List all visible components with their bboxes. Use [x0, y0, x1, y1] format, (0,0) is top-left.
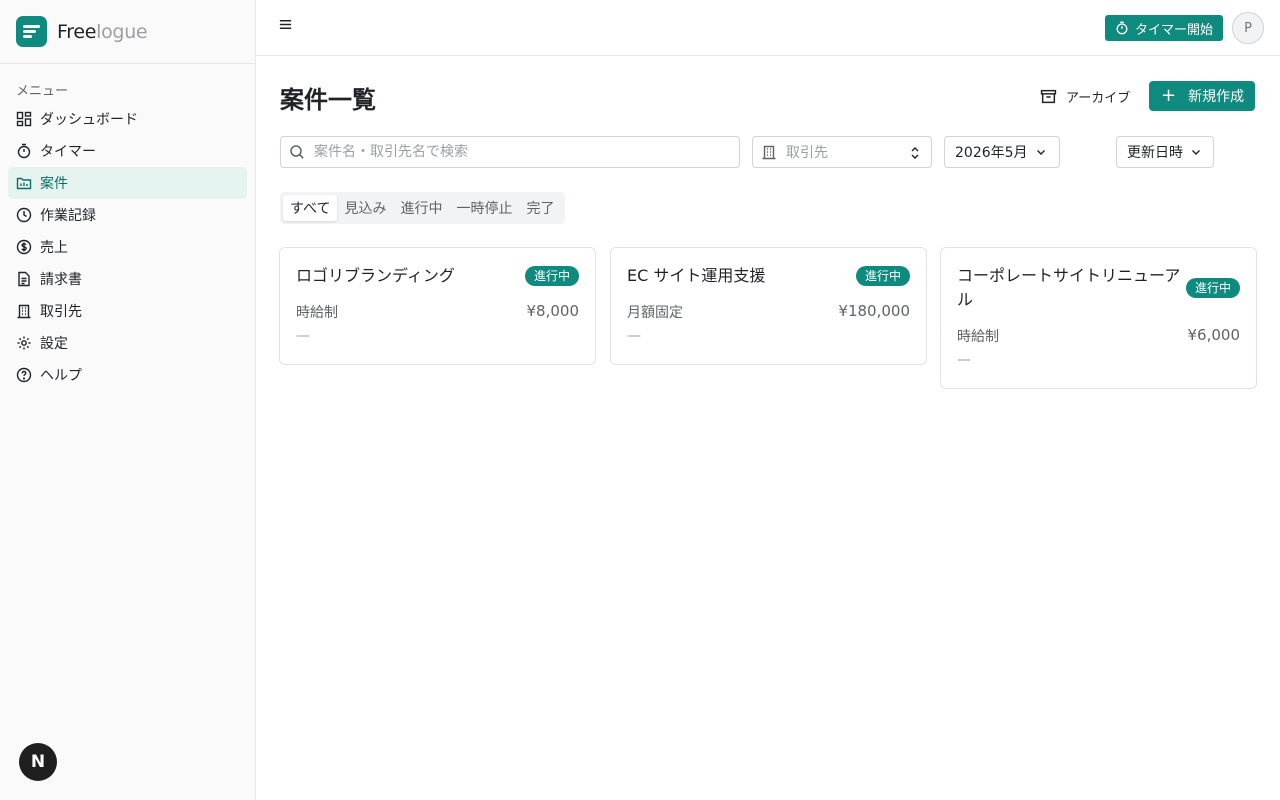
tab-in-progress[interactable]: 進行中 — [393, 195, 449, 221]
archive-button[interactable]: アーカイブ — [1040, 84, 1130, 108]
rate-amount: ¥6,000 — [1187, 326, 1241, 344]
plus-icon: + — [1161, 85, 1177, 106]
month-filter-value: 2026年5月 — [955, 145, 1028, 161]
clock-icon — [16, 207, 32, 223]
timer-icon — [16, 143, 32, 159]
help-circle-icon — [16, 367, 32, 383]
tab-paused[interactable]: 一時停止 — [449, 195, 519, 221]
avatar[interactable]: P — [1232, 12, 1264, 44]
timer-start-label: タイマー開始 — [1135, 22, 1214, 38]
tab-completed[interactable]: 完了 — [519, 195, 561, 221]
rate-type: 月額固定 — [627, 305, 683, 321]
page-title: 案件一覧 — [280, 86, 376, 114]
hamburger-icon[interactable] — [278, 17, 294, 39]
project-card[interactable]: コーポレートサイトリニューアル 進行中 時給制 ¥6,000 — — [940, 247, 1257, 389]
project-card[interactable]: EC サイト運用支援 進行中 月額固定 ¥180,000 — — [610, 247, 927, 365]
status-badge: 進行中 — [524, 266, 579, 286]
search-field — [280, 136, 740, 168]
project-note: — — [296, 328, 310, 344]
building-icon — [16, 303, 32, 319]
client-filter-placeholder: 取引先 — [786, 145, 828, 161]
sidebar-nav: ダッシュボード タイマー 案件 作業記録 売上 請求書 取引先 設定 ヘルプ — [8, 103, 247, 391]
document-icon — [16, 271, 32, 287]
sidebar-item-label: 売上 — [40, 240, 68, 256]
project-note: — — [957, 352, 971, 368]
project-title: EC サイト運用支援 — [627, 266, 766, 285]
sort-select[interactable]: 更新日時 — [1116, 136, 1214, 168]
sidebar-item-label: ヘルプ — [40, 368, 82, 384]
brand-name-part1: Free — [57, 20, 97, 43]
brand[interactable]: Freelogue — [0, 0, 255, 64]
sidebar: Freelogue メニュー ダッシュボード タイマー 案件 作業記録 売上 請… — [0, 0, 256, 800]
sidebar-item-label: タイマー — [40, 144, 96, 160]
gear-icon — [16, 335, 32, 351]
sidebar-item-sales[interactable]: 売上 — [8, 231, 247, 263]
timer-icon — [1116, 21, 1128, 35]
sidebar-item-dashboard[interactable]: ダッシュボード — [8, 103, 247, 135]
brand-name: Freelogue — [57, 20, 148, 43]
sidebar-item-clients[interactable]: 取引先 — [8, 295, 247, 327]
sort-value: 更新日時 — [1127, 145, 1183, 161]
new-project-label: 新規作成 — [1188, 89, 1245, 105]
sidebar-item-projects[interactable]: 案件 — [8, 167, 247, 199]
project-title: ロゴリブランディング — [296, 266, 455, 285]
project-note: — — [627, 328, 641, 344]
rate-type: 時給制 — [296, 305, 338, 321]
rate-amount: ¥8,000 — [526, 302, 580, 320]
project-title: コーポレートサイトリニューアル — [957, 266, 1181, 309]
dev-tools-badge[interactable]: N — [19, 743, 57, 781]
sidebar-item-invoices[interactable]: 請求書 — [8, 263, 247, 295]
sidebar-item-settings[interactable]: 設定 — [8, 327, 247, 359]
dashboard-icon — [16, 111, 32, 127]
archive-icon — [1040, 89, 1057, 103]
sidebar-item-work-log[interactable]: 作業記録 — [8, 199, 247, 231]
sidebar-item-label: 設定 — [40, 336, 68, 352]
chevron-up-down-icon — [911, 147, 919, 159]
sidebar-item-timer[interactable]: タイマー — [8, 135, 247, 167]
archive-label: アーカイブ — [1066, 90, 1131, 106]
top-bar: タイマー開始 P — [256, 0, 1280, 56]
folder-icon — [16, 175, 32, 191]
sidebar-item-label: 取引先 — [40, 304, 82, 320]
month-filter-select[interactable]: 2026年5月 — [944, 136, 1060, 168]
rate-type: 時給制 — [957, 329, 999, 345]
chevron-down-icon — [1192, 150, 1200, 155]
timer-start-button[interactable]: タイマー開始 — [1105, 15, 1223, 41]
sidebar-item-label: ダッシュボード — [40, 112, 138, 128]
sidebar-item-help[interactable]: ヘルプ — [8, 359, 247, 391]
brand-logo-icon — [16, 16, 47, 47]
rate-amount: ¥180,000 — [838, 302, 910, 320]
client-filter-select[interactable]: 取引先 — [752, 136, 932, 168]
tab-all[interactable]: すべて — [283, 195, 338, 221]
search-input[interactable] — [314, 144, 714, 160]
sidebar-item-label: 請求書 — [40, 272, 82, 288]
building-icon — [762, 145, 776, 160]
sidebar-item-label: 案件 — [40, 176, 68, 192]
status-badge: 進行中 — [855, 266, 910, 286]
sidebar-item-label: 作業記録 — [40, 208, 96, 224]
dollar-circle-icon — [16, 239, 32, 255]
menu-heading: メニュー — [16, 84, 69, 99]
brand-name-part2: logue — [96, 20, 148, 43]
chevron-down-icon — [1036, 150, 1045, 155]
project-card[interactable]: ロゴリブランディング 進行中 時給制 ¥8,000 — — [279, 247, 596, 365]
search-icon — [290, 145, 304, 159]
tab-prospect[interactable]: 見込み — [337, 195, 393, 221]
status-tabs: すべて 見込み 進行中 一時停止 完了 — [280, 192, 565, 224]
new-project-button[interactable]: + 新規作成 — [1149, 81, 1255, 111]
status-badge: 進行中 — [1185, 278, 1240, 298]
